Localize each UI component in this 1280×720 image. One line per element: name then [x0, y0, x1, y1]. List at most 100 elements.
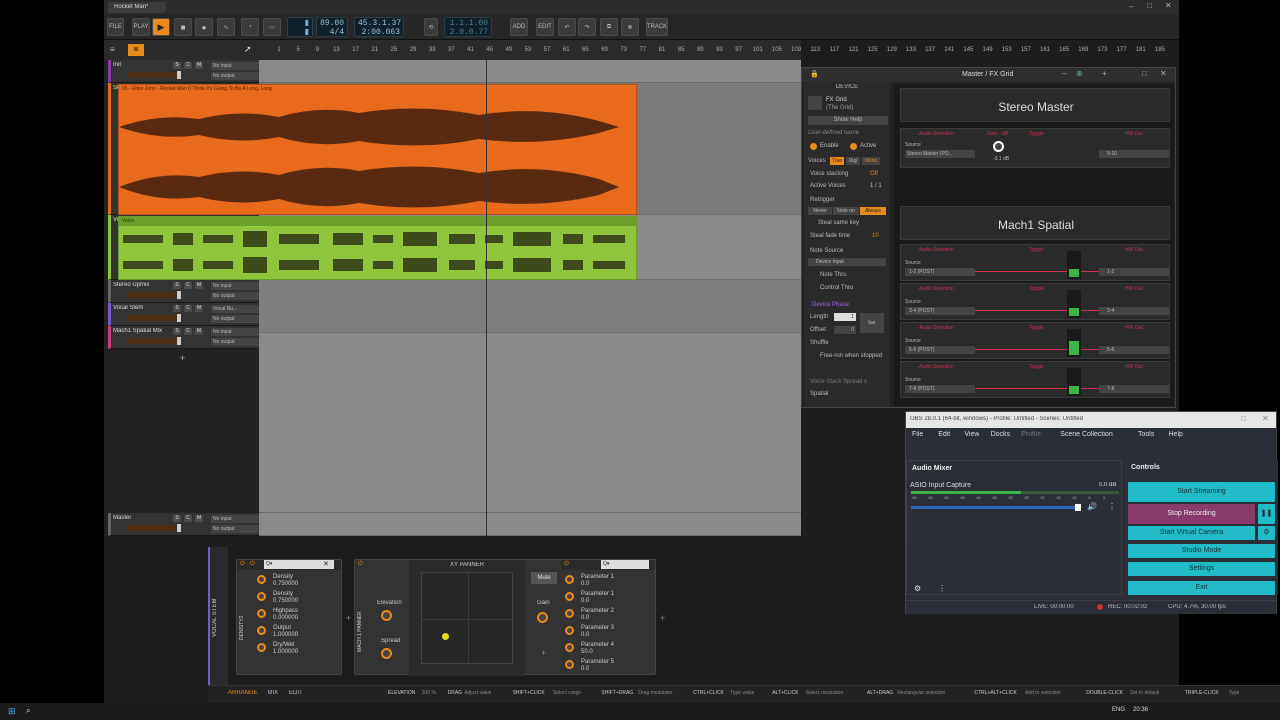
- source-select[interactable]: 3-4 (POST): [905, 307, 975, 315]
- retrigger-never[interactable]: Never: [808, 207, 832, 215]
- delete-icon[interactable]: ⊗: [621, 18, 639, 36]
- mute-button[interactable]: M: [195, 328, 203, 335]
- param-knob[interactable]: [257, 575, 266, 584]
- voices-opt-mono[interactable]: Mono: [862, 157, 880, 165]
- play-icon[interactable]: ▶: [152, 18, 170, 36]
- kebab-menu-icon[interactable]: ⋮: [938, 584, 946, 593]
- source-select[interactable]: 1-2 (POST): [905, 268, 975, 276]
- gear-icon[interactable]: ⚙: [1258, 526, 1275, 540]
- file-menu-button[interactable]: FILE: [107, 18, 124, 36]
- mode-arrange[interactable]: ARRANGE: [228, 690, 258, 696]
- solo-button[interactable]: S: [173, 305, 181, 312]
- input-select[interactable]: No input: [211, 328, 259, 336]
- power-icon[interactable]: ⏻: [358, 561, 363, 568]
- mode-mix[interactable]: MIX: [268, 690, 279, 696]
- param-knob[interactable]: [565, 626, 574, 635]
- xy-pad[interactable]: [421, 572, 514, 665]
- volume-fader[interactable]: [127, 337, 181, 345]
- solo-button[interactable]: S: [173, 282, 181, 289]
- tempo-display[interactable]: 89.00 4/4: [316, 17, 348, 37]
- volume-fader[interactable]: [127, 291, 181, 299]
- window-icon[interactable]: □: [1142, 69, 1147, 78]
- param-knob[interactable]: [257, 609, 266, 618]
- track-button[interactable]: TRACK: [646, 18, 668, 36]
- volume-slider[interactable]: [911, 504, 1081, 511]
- output-select[interactable]: No output: [211, 292, 259, 300]
- length-unit-select[interactable]: bar: [860, 313, 884, 333]
- control-thru-toggle[interactable]: Control Thru: [820, 285, 853, 291]
- add-device-icon[interactable]: +: [660, 613, 665, 623]
- loop-display[interactable]: 1.1.1.00 2.0.0.77: [444, 17, 492, 37]
- output-select[interactable]: No output: [211, 72, 259, 80]
- obs-menu-edit[interactable]: Edit: [938, 431, 950, 438]
- obs-menu-file[interactable]: File: [912, 431, 923, 438]
- device-input-select[interactable]: Device Input: [808, 258, 886, 266]
- exit-button[interactable]: Exit: [1128, 581, 1275, 595]
- input-select[interactable]: Vocal Ru...: [211, 305, 259, 313]
- elevation-knob[interactable]: [381, 610, 392, 621]
- close-icon[interactable]: ✕: [323, 560, 329, 568]
- add-device-icon[interactable]: +: [346, 613, 351, 623]
- audio-clip-voice[interactable]: Voice: [118, 216, 637, 280]
- minimize-icon[interactable]: –: [1129, 2, 1133, 11]
- automation-icon[interactable]: ∿: [217, 18, 235, 36]
- track-header[interactable]: Master S C M No input No output: [108, 513, 259, 536]
- track-header[interactable]: Stereo Upmix S C M No input No output: [108, 280, 259, 303]
- gain-knob[interactable]: [537, 612, 548, 623]
- close-icon[interactable]: ✕: [1160, 69, 1167, 78]
- clip-button[interactable]: C: [184, 282, 192, 289]
- source-select[interactable]: 7-8 (POST): [905, 385, 975, 393]
- source-select[interactable]: 5-6 (POST): [905, 346, 975, 354]
- param-knob[interactable]: [565, 643, 574, 652]
- monitor-icon[interactable]: ▭: [263, 18, 281, 36]
- retrigger-always[interactable]: Always: [860, 207, 886, 215]
- kebab-menu-icon[interactable]: ⋮: [1108, 502, 1116, 511]
- output-select[interactable]: No output: [211, 338, 259, 346]
- xy-panner[interactable]: XY PANNER: [409, 560, 525, 676]
- timesig-value[interactable]: 4/4: [320, 28, 344, 37]
- arranger-view-icon[interactable]: ≣: [128, 44, 144, 56]
- language-indicator[interactable]: ENG: [1112, 707, 1125, 713]
- track-header[interactable]: Init S C M No input No output: [108, 60, 259, 83]
- lane-empty[interactable]: [259, 333, 801, 513]
- hw-out-select[interactable]: 3-4: [1099, 307, 1169, 315]
- play-menu-button[interactable]: PLAY: [132, 18, 150, 36]
- undo-icon[interactable]: ↶: [558, 18, 576, 36]
- close-icon[interactable]: ✕: [1165, 1, 1172, 10]
- output-select[interactable]: No output: [211, 315, 259, 323]
- spread-knob[interactable]: [381, 648, 392, 659]
- input-select[interactable]: No input: [211, 282, 259, 290]
- voices-opt-true[interactable]: True: [830, 157, 844, 165]
- hw-out-select[interactable]: 1-2: [1099, 268, 1169, 276]
- volume-fader[interactable]: [127, 524, 181, 532]
- stop-icon[interactable]: ■: [174, 18, 192, 36]
- solo-button[interactable]: S: [173, 328, 181, 335]
- lane-master[interactable]: [259, 513, 801, 536]
- mute-button[interactable]: Mute: [531, 572, 557, 584]
- param-knob[interactable]: [565, 592, 574, 601]
- lock-icon[interactable]: 🔒: [810, 70, 819, 78]
- source-select[interactable]: Stereo Master (PO...: [905, 150, 975, 158]
- param-knob[interactable]: [565, 575, 574, 584]
- audio-clip-rocket-man[interactable]: 05 - Elton John - Rocket Man (I Think It…: [118, 84, 637, 215]
- gain-knob[interactable]: [993, 141, 1004, 152]
- windows-start-icon[interactable]: ⊞: [8, 706, 16, 717]
- obs-menu-docks[interactable]: Docks: [991, 431, 1010, 438]
- solo-button[interactable]: S: [173, 515, 181, 522]
- enable-toggle[interactable]: Enable: [820, 143, 839, 149]
- solo-button[interactable]: S: [173, 62, 181, 69]
- mute-button[interactable]: M: [195, 62, 203, 69]
- lane-init[interactable]: [259, 60, 801, 83]
- metronome-icon[interactable]: ◔: [241, 18, 259, 36]
- offset-value[interactable]: 0: [834, 326, 856, 334]
- volume-fader[interactable]: [127, 314, 181, 322]
- tempo-value[interactable]: 89.00: [320, 19, 344, 28]
- param-knob[interactable]: [257, 592, 266, 601]
- clip-button[interactable]: C: [184, 305, 192, 312]
- voices-opt-digi[interactable]: Digi: [846, 157, 860, 165]
- lane-stereo-upmix[interactable]: [259, 280, 801, 333]
- copy-icon[interactable]: ⧉: [600, 18, 618, 36]
- param-knob[interactable]: [565, 609, 574, 618]
- edit-button[interactable]: EDIT: [536, 18, 554, 36]
- output-select[interactable]: No output: [211, 525, 259, 533]
